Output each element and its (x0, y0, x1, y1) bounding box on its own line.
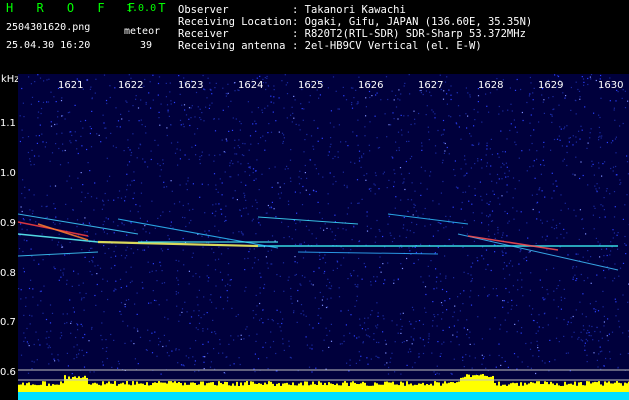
x-tick-label: 1630 (598, 80, 624, 91)
observer-key: Observer (178, 4, 229, 16)
location-value: : Ogaki, Gifu, JAPAN (136.60E, 35.35N) (292, 16, 533, 28)
app-version: 1.0.0 (126, 3, 157, 14)
y-tick-label: 1.1 (0, 118, 16, 129)
antenna-value: : 2el-HB9CV Vertical (el. E-W) (292, 40, 482, 52)
x-tick-label: 1625 (298, 80, 324, 91)
x-tick-label: 1627 (418, 80, 444, 91)
file-name: 2504301620.png (6, 22, 91, 33)
meteor-label: meteor (124, 26, 161, 37)
spectrogram-background (18, 74, 629, 400)
y-tick-label: 0.6 (0, 367, 16, 378)
meteor-count: 39 (140, 40, 153, 51)
y-tick-label: 1.0 (0, 168, 16, 179)
header-panel: H R O F F T 1.0.0 2504301620.png meteor … (0, 0, 629, 74)
receiver-key: Receiver (178, 28, 229, 40)
receiver-value: : R820T2(RTL-SDR) SDR-Sharp 53.372MHz (292, 28, 526, 40)
y-tick-label: 0.8 (0, 268, 16, 279)
location-key: Receiving Location (178, 16, 292, 28)
x-tick-label: 1624 (238, 80, 264, 91)
datetime: 25.04.30 16:20 (6, 40, 91, 51)
x-tick-label: 1626 (358, 80, 384, 91)
y-unit-label: kHz (1, 74, 20, 85)
x-tick-label: 1622 (118, 80, 144, 91)
x-tick-label: 1628 (478, 80, 504, 91)
y-tick-label: 0.9 (0, 218, 16, 229)
spectrogram (18, 74, 629, 400)
x-tick-label: 1621 (58, 80, 84, 91)
x-tick-label: 1629 (538, 80, 564, 91)
x-tick-label: 1623 (178, 80, 204, 91)
antenna-key: Receiving antenna (178, 40, 286, 52)
observer-value: : Takanori Kawachi (292, 4, 406, 16)
y-tick-label: 0.7 (0, 317, 16, 328)
